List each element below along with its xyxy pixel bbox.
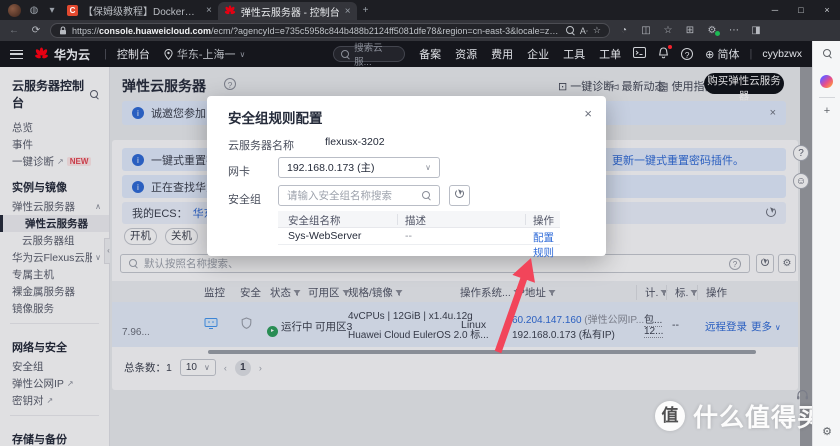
menu-enterprise[interactable]: 企业	[527, 46, 549, 62]
menu-tickets[interactable]: 工单	[599, 46, 621, 62]
minimize-button[interactable]: ─	[762, 0, 788, 20]
cli-console-icon[interactable]	[633, 47, 647, 61]
dialog-title: 安全组规则配置	[228, 111, 323, 126]
sg-refresh-button[interactable]	[449, 185, 470, 206]
extension-badge	[715, 31, 720, 36]
reload-icon[interactable]: ⟳	[28, 25, 44, 36]
site-info-lock-icon[interactable]	[59, 26, 67, 35]
sidebar-search-icon[interactable]	[820, 49, 834, 61]
dialog-close-icon[interactable]: ×	[584, 106, 592, 121]
favorite-star-icon[interactable]: ☆	[593, 25, 601, 36]
extensions-icon[interactable]: ⚙	[704, 25, 720, 36]
copilot-icon[interactable]	[820, 75, 833, 88]
read-aloud-icon[interactable]: Aˬ	[580, 26, 588, 36]
huawei-favicon	[224, 5, 235, 15]
language-label: 简体	[717, 49, 740, 61]
brand-name[interactable]: 华为云	[54, 46, 90, 63]
annotation-arrow	[494, 258, 535, 354]
username[interactable]: cyybzwx	[762, 48, 802, 60]
close-button[interactable]: ×	[814, 0, 840, 20]
server-name-label: 云服务器名称	[228, 140, 294, 152]
add-sidebar-item-icon[interactable]: +	[820, 105, 834, 117]
watermark-text: 什么值得买	[693, 404, 824, 432]
sg-desc: --	[405, 230, 412, 242]
browser-profile-avatar[interactable]	[8, 3, 21, 17]
menu-billing[interactable]: 费用	[491, 46, 513, 62]
header-divider: |	[104, 48, 107, 60]
menu-beian[interactable]: 备案	[419, 46, 441, 62]
notifications-bell-icon[interactable]	[658, 44, 673, 62]
sidebar-toggle-icon[interactable]: ◨	[748, 25, 764, 36]
console-link[interactable]: 控制台	[117, 46, 150, 62]
sg-table-header: 安全组名称 描述 操作	[278, 211, 560, 228]
search-icon	[422, 191, 431, 200]
search-icon	[341, 49, 350, 59]
tab2-title: 弹性云服务器 - 控制台	[240, 7, 340, 19]
new-tab-button[interactable]: +	[357, 5, 375, 16]
workspaces-icon[interactable]: ◍	[25, 5, 43, 16]
sg-search-placeholder: 请输入安全组名称搜索	[287, 190, 392, 202]
column-divider	[397, 214, 398, 225]
back-icon[interactable]: ←	[6, 25, 22, 36]
sg-label: 安全组	[228, 194, 261, 206]
collections-icon[interactable]: ⊞	[682, 25, 698, 36]
notification-badge	[668, 44, 673, 49]
search-in-page-icon[interactable]	[565, 26, 575, 35]
security-group-dialog: 安全组规则配置 × 云服务器名称 flexusx-3202 网卡 192.168…	[207, 96, 606, 259]
menu-resources[interactable]: 资源	[455, 46, 477, 62]
sidebar-divider	[819, 97, 835, 98]
sg-search-input[interactable]: 请输入安全组名称搜索	[278, 185, 440, 206]
chevron-down-icon: ∨	[239, 49, 246, 59]
sg-name: Sys-WebServer	[288, 230, 362, 242]
window-controls: ─ □ ×	[762, 0, 840, 20]
tab1-favicon: C	[67, 4, 78, 16]
tab-actions-icon[interactable]: ▾	[43, 5, 61, 16]
huawei-logo	[35, 47, 48, 58]
sg-col-action: 操作	[533, 215, 554, 227]
sg-col-desc: 描述	[405, 215, 426, 227]
header-search-placeholder: 搜索云服...	[354, 43, 383, 68]
address-bar[interactable]: https://console.huaweicloud.com/ecm/?age…	[50, 23, 610, 38]
url-text: https://console.huaweicloud.com/ecm/?age…	[72, 25, 561, 36]
server-name-value: flexusx-3202	[325, 136, 385, 148]
region-label: 华东-上海一	[176, 49, 236, 61]
location-pin-icon	[164, 48, 173, 60]
tab2-close-icon[interactable]: ×	[345, 6, 351, 17]
split-screen-icon[interactable]: ◫	[638, 25, 654, 36]
edge-sidebar: + ⚙	[812, 41, 840, 446]
smzdm-logo: 值	[655, 401, 685, 431]
tab1-title: 【保姆级教程】Docker安装YesPla	[83, 6, 201, 18]
hamburger-menu-icon[interactable]	[10, 49, 23, 59]
nic-value: 192.168.0.173 (主)	[287, 162, 375, 174]
browser-tab-1[interactable]: C 【保姆级教程】Docker安装YesPla ×	[61, 0, 218, 20]
nic-select[interactable]: 192.168.0.173 (主) ∨	[278, 157, 440, 178]
watermark-smzdm: 值 什么值得买	[655, 398, 823, 434]
help-icon[interactable]: ?	[681, 47, 694, 61]
nic-label: 网卡	[228, 166, 250, 178]
maximize-button[interactable]: □	[788, 0, 814, 20]
header-search-input[interactable]: 搜索云服...	[333, 43, 406, 68]
sidebar-settings-icon[interactable]: ⚙	[820, 425, 834, 438]
sg-col-name: 安全组名称	[288, 215, 341, 227]
region-selector[interactable]: 华东-上海一 ∨	[164, 46, 246, 62]
column-divider	[525, 214, 526, 225]
console-header: 华为云 | 控制台 华东-上海一 ∨ 搜索云服... 备案 资源 费用 企业 工…	[0, 41, 812, 68]
menu-tools[interactable]: 工具	[563, 46, 585, 62]
language-selector[interactable]: ⊕ 简体	[705, 46, 739, 62]
header-divider2: |	[749, 48, 753, 60]
chevron-down-icon: ∨	[425, 163, 431, 172]
browser-essentials-icon[interactable]: ◔	[616, 25, 632, 36]
sg-table-row: Sys-WebServer -- 配置规则	[278, 228, 560, 259]
tab1-close-icon[interactable]: ×	[206, 5, 212, 16]
browser-toolbar: ← ⟳ https://console.huaweicloud.com/ecm/…	[0, 20, 840, 41]
browser-tabstrip: ◍ ▾ C 【保姆级教程】Docker安装YesPla × 弹性云服务器 - 控…	[0, 0, 840, 20]
screen: ◍ ▾ C 【保姆级教程】Docker安装YesPla × 弹性云服务器 - 控…	[0, 0, 840, 446]
favorites-icon[interactable]: ☆	[660, 25, 676, 36]
more-menu-icon[interactable]: ⋯	[726, 25, 742, 36]
browser-tab-2[interactable]: 弹性云服务器 - 控制台 ×	[217, 2, 357, 20]
